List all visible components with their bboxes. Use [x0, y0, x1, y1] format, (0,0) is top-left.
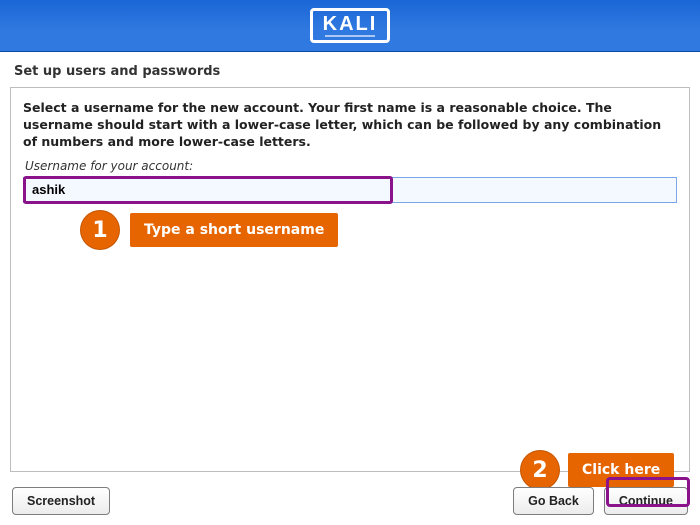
- instruction-text: Select a username for the new account. Y…: [21, 100, 679, 157]
- continue-button[interactable]: Continue: [604, 487, 688, 515]
- annotation-label-2: Click here: [568, 453, 674, 487]
- header-banner: KALI: [0, 0, 700, 52]
- annotation-badge-2: 2: [520, 450, 560, 490]
- annotation-label-1: Type a short username: [130, 213, 338, 247]
- go-back-button[interactable]: Go Back: [513, 487, 594, 515]
- screenshot-button[interactable]: Screenshot: [12, 487, 110, 515]
- logo-text: KALI: [323, 13, 378, 36]
- kali-logo: KALI: [310, 8, 391, 43]
- main-panel: Select a username for the new account. Y…: [10, 87, 690, 472]
- username-input-wrap: [21, 177, 679, 203]
- annotation-badge-1: 1: [80, 210, 120, 250]
- annotation-callout-1: 1 Type a short username: [80, 210, 338, 250]
- username-label: Username for your account:: [21, 157, 679, 177]
- footer-right-group: Go Back Continue: [513, 487, 688, 515]
- username-input[interactable]: [23, 177, 677, 203]
- footer-bar: Screenshot Go Back Continue: [0, 487, 700, 515]
- page-title: Set up users and passwords: [0, 52, 700, 87]
